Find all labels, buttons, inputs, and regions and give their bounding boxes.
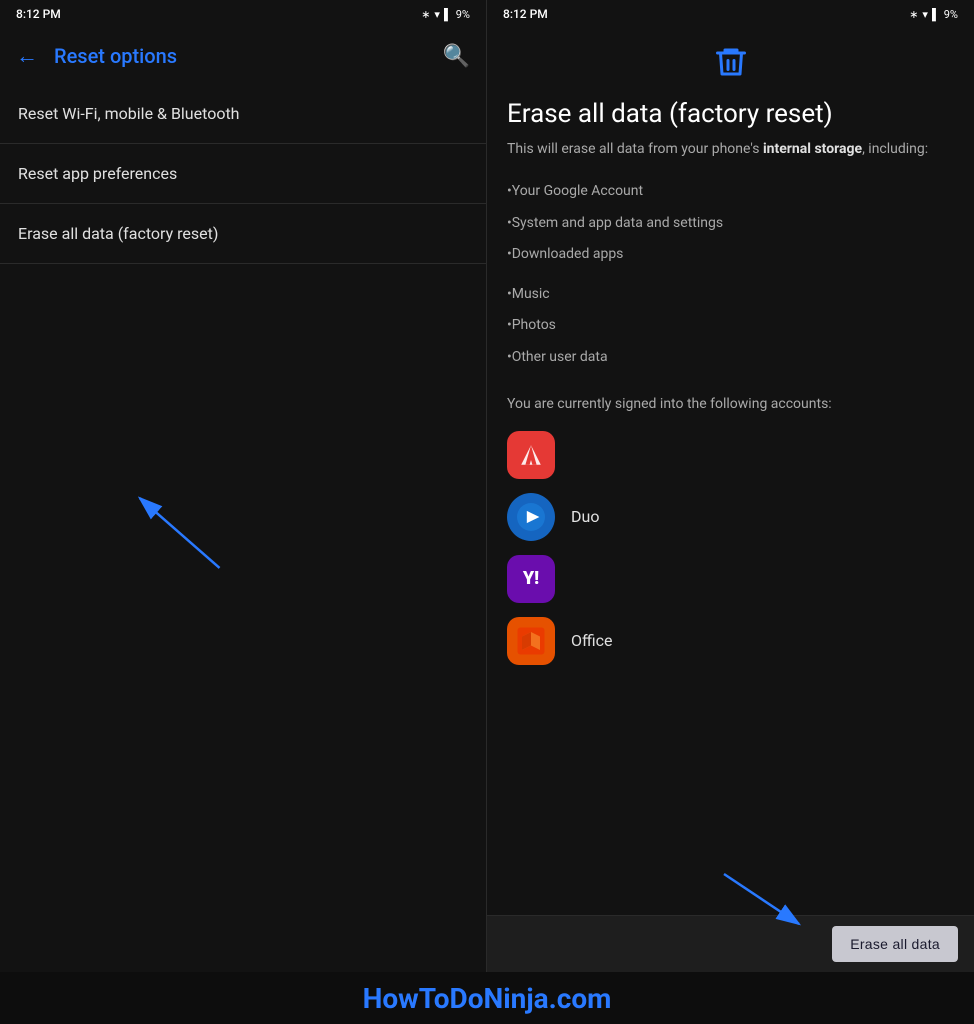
account-row-yahoo: Y! [507,555,954,603]
erase-desc-after: , including: [862,141,928,157]
accounts-description: You are currently signed into the follow… [507,394,954,415]
menu-item-app-prefs[interactable]: Reset app preferences [0,144,486,204]
left-screen: 8:12 PM ∗ ▾ ▌ 9% ← Reset options 🔍 Reset… [0,0,487,972]
data-item-user: •Other user data [507,342,954,374]
watermark-text: HowToDoNinja.com [363,982,612,1015]
right-bluetooth-icon: ∗ [909,8,918,21]
adobe-icon [507,431,555,479]
bluetooth-icon: ∗ [421,8,430,21]
right-time: 8:12 PM [503,7,548,21]
battery-level: 9% [456,8,470,21]
search-button[interactable]: 🔍 [443,44,470,69]
office-icon [507,617,555,665]
yahoo-icon: Y! [507,555,555,603]
data-item-apps: •Downloaded apps [507,239,954,271]
left-status-icons: ∗ ▾ ▌ 9% [421,8,470,21]
right-screen: 8:12 PM ∗ ▾ ▌ 9% Erase all data (factory… [487,0,974,972]
right-wifi-icon: ▾ [922,8,928,21]
left-status-bar: 8:12 PM ∗ ▾ ▌ 9% [0,0,486,28]
office-name: Office [571,631,613,650]
duo-name: Duo [571,507,599,526]
erase-description: This will erase all data from your phone… [507,139,954,160]
erase-desc-before: This will erase all data from your phone… [507,141,763,157]
account-row-adobe [507,431,954,479]
data-item-photos: •Photos [507,310,954,342]
data-item-google: •Your Google Account [507,176,954,208]
bottom-bar: Erase all data [487,915,974,972]
left-time: 8:12 PM [16,7,61,21]
wifi-icon: ▾ [434,8,440,21]
left-toolbar: ← Reset options 🔍 [0,28,486,84]
menu-item-factory-reset[interactable]: Erase all data (factory reset) [0,204,486,264]
trash-icon [507,44,954,87]
right-status-bar: 8:12 PM ∗ ▾ ▌ 9% [487,0,974,28]
signal-icon: ▌ [444,8,452,21]
back-button[interactable]: ← [16,43,38,69]
right-status-icons: ∗ ▾ ▌ 9% [909,8,958,21]
data-item-music: •Music [507,279,954,311]
right-signal-icon: ▌ [932,8,940,21]
erase-all-button[interactable]: Erase all data [832,926,958,962]
left-menu-content: Reset Wi-Fi, mobile & Bluetooth Reset ap… [0,84,486,972]
watermark: HowToDoNinja.com [0,972,974,1024]
erase-desc-bold: internal storage [763,141,862,157]
right-scroll-content[interactable]: Erase all data (factory reset) This will… [487,28,974,915]
erase-title: Erase all data (factory reset) [507,99,954,129]
data-item-system: •System and app data and settings [507,208,954,240]
account-row-office: Office [507,617,954,665]
page-title: Reset options [54,44,427,68]
duo-icon [507,493,555,541]
menu-item-wifi[interactable]: Reset Wi-Fi, mobile & Bluetooth [0,84,486,144]
right-battery-level: 9% [944,8,958,21]
account-row-duo: Duo [507,493,954,541]
bottom-bar-area: Erase all data [487,915,974,972]
